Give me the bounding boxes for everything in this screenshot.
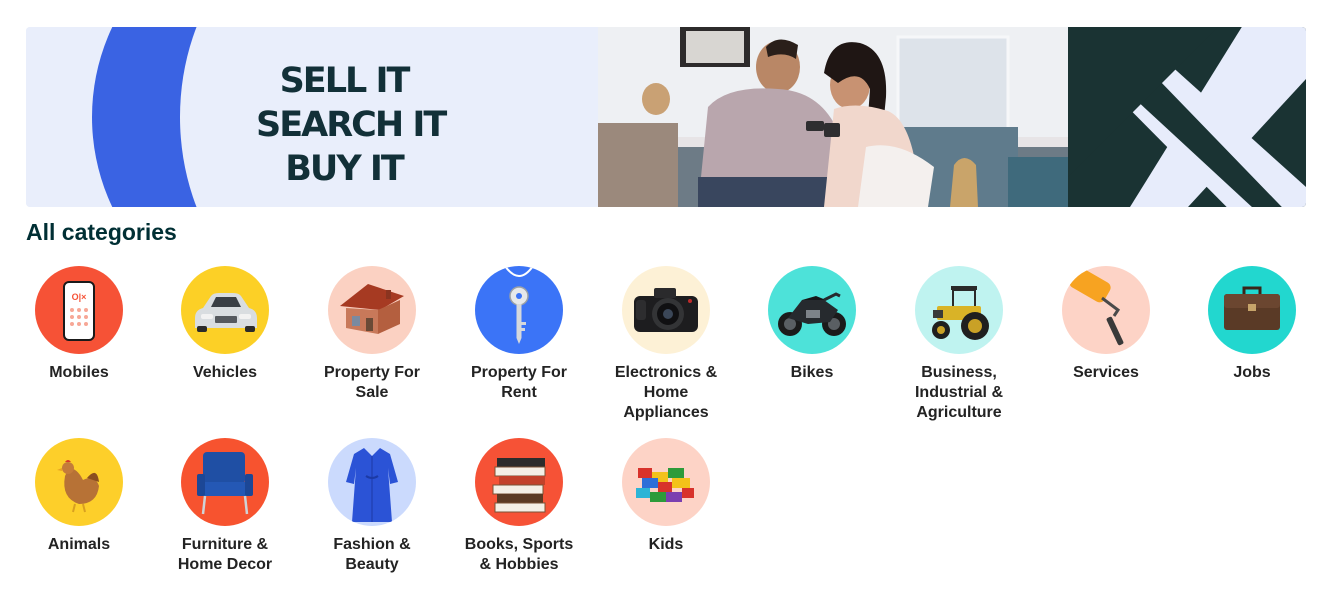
category-mobiles[interactable]: O|× Mobiles [14,266,144,383]
camera-icon [622,266,710,354]
slogan-line-2: SEARCH IT [256,105,447,145]
category-property-for-sale[interactable]: Property For Sale [307,266,437,403]
category-label: Bikes [790,364,834,381]
category-furniture-home-decor[interactable]: Furniture & Home Decor [160,438,290,575]
category-services[interactable]: Services [1041,266,1171,383]
slogan-line-1: SELL IT [279,61,411,101]
category-bikes[interactable]: Bikes [747,266,877,383]
books-icon [475,438,563,526]
category-label: Books, Sports & Hobbies [464,536,574,573]
dress-icon [328,438,416,526]
svg-text:O|×: O|× [72,292,87,302]
category-animals[interactable]: Animals [14,438,144,555]
category-label: Mobiles [49,364,109,381]
promo-banner[interactable]: SELL IT SEARCH IT BUY IT [26,27,1306,207]
banner-slogan-panel: SELL IT SEARCH IT BUY IT [26,27,598,207]
category-label: Services [1073,364,1139,381]
house-icon [328,266,416,354]
all-categories-heading: All categories [26,219,177,245]
category-label: Property For Sale [323,364,420,401]
car-icon [181,266,269,354]
category-vehicles[interactable]: Vehicles [160,266,290,383]
category-label: Business, Industrial & Agriculture [914,364,1003,421]
categories-grid: O|× Mobiles Vehicles Property For Sale P… [0,266,1335,605]
category-business-industrial-agriculture[interactable]: Business, Industrial & Agriculture [894,266,1024,423]
slogan-line-3: BUY IT [285,149,405,189]
category-label: Furniture & Home Decor [177,536,273,573]
category-property-for-rent[interactable]: Property For Rent [454,266,584,403]
category-books-sports-hobbies[interactable]: Books, Sports & Hobbies [454,438,584,575]
hen-icon [35,438,123,526]
category-fashion-beauty[interactable]: Fashion & Beauty [307,438,437,575]
key-icon [475,266,563,354]
category-jobs[interactable]: Jobs [1187,266,1317,383]
mobile-phone-icon: O|× [35,266,123,354]
briefcase-icon [1208,266,1296,354]
tractor-icon [915,266,1003,354]
category-label: Kids [648,536,684,553]
motorcycle-icon [768,266,856,354]
banner-brand-mark [1068,27,1306,207]
chair-icon [181,438,269,526]
category-label: Animals [47,536,111,553]
toy-blocks-icon [622,438,710,526]
category-label: Jobs [1233,364,1271,381]
banner-photo [598,27,1068,207]
category-label: Property For Rent [470,364,567,401]
category-electronics-home-appliances[interactable]: Electronics & Home Appliances [601,266,731,423]
paint-roller-icon [1062,266,1150,354]
category-kids[interactable]: Kids [601,438,731,555]
category-label: Vehicles [192,364,258,381]
category-label: Electronics & Home Appliances [614,364,718,421]
banner-slogan: SELL IT SEARCH IT BUY IT [256,59,447,191]
category-label: Fashion & Beauty [333,536,411,573]
